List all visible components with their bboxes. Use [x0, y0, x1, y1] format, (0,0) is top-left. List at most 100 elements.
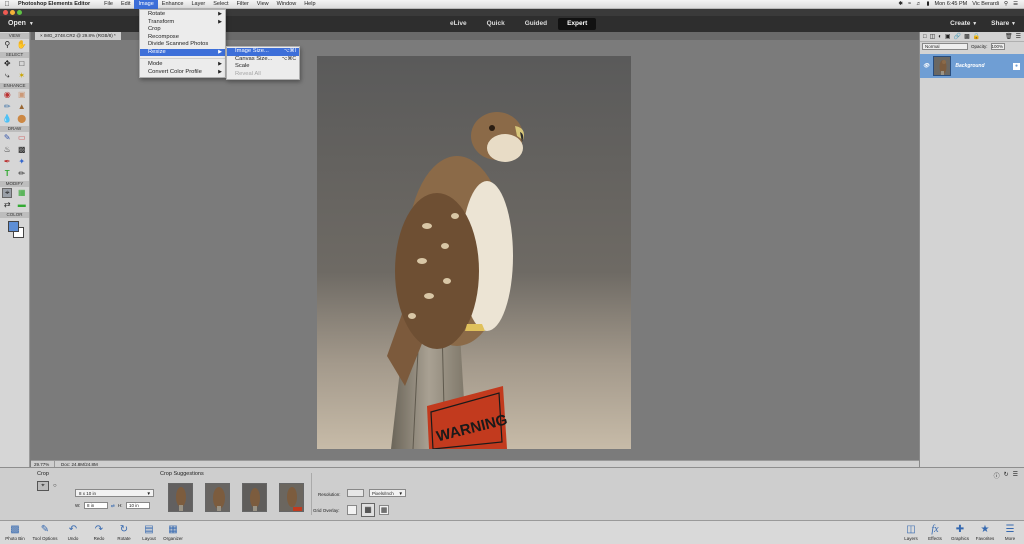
lasso-tool-icon[interactable]: ⤷ — [2, 71, 12, 81]
width-field[interactable]: 8 in — [84, 502, 108, 509]
straighten-tool-icon[interactable]: ▬ — [17, 200, 27, 210]
red-eye-tool-icon[interactable]: ◉ — [2, 90, 12, 100]
menu-window[interactable]: Window — [273, 0, 301, 9]
tool-options-button[interactable]: ✎ Tool Options — [29, 523, 61, 541]
grid-overlay-grid-button[interactable]: ▦ — [379, 505, 389, 515]
reset-icon[interactable]: ↻ — [1004, 471, 1009, 480]
custom-shape-tool-icon[interactable]: ✦ — [17, 157, 27, 167]
document-tab[interactable]: × IMG_2748.CR2 @ 29.8% (RGB/8) * — [35, 32, 121, 40]
gradient-tool-icon[interactable]: ▩ — [17, 145, 27, 155]
redo-button[interactable]: ↷ Redo — [90, 523, 108, 541]
visibility-eye-icon[interactable]: 👁 — [923, 63, 929, 69]
tab-elive[interactable]: eLive — [441, 18, 476, 30]
foreground-color-swatch[interactable] — [8, 221, 19, 232]
menu-item-transform[interactable]: Transform ▶ — [140, 19, 225, 27]
type-tool-icon[interactable]: T — [2, 169, 12, 179]
graphics-button[interactable]: ✚ Graphics — [948, 523, 972, 541]
crop-preset-select[interactable]: 8 x 10 in ▼ — [75, 489, 154, 497]
menu-layer[interactable]: Layer — [188, 0, 210, 9]
menu-view[interactable]: View — [253, 0, 273, 9]
bluetooth-icon[interactable]: ✱ — [898, 1, 903, 7]
grid-overlay-none-button[interactable] — [347, 505, 357, 515]
effects-button[interactable]: fx Effects — [925, 523, 945, 541]
menu-filter[interactable]: Filter — [233, 0, 253, 9]
opacity-field[interactable]: 100% — [990, 43, 1005, 50]
panel-menu-icon[interactable]: ☰ — [1013, 471, 1018, 480]
clock[interactable]: Mon 6:45 PM — [935, 1, 968, 7]
zoom-tool-icon[interactable]: ⚲ — [2, 40, 12, 50]
grid-overlay-thirds-button[interactable]: ▦ — [361, 503, 375, 517]
content-aware-move-tool-icon[interactable]: ⇄ — [2, 200, 12, 210]
menu-file[interactable]: File — [100, 0, 117, 9]
menu-item-scale[interactable]: Scale — [227, 63, 299, 71]
user-name[interactable]: Vic Berardi — [972, 1, 999, 7]
resolution-field[interactable] — [347, 489, 364, 497]
favorites-button[interactable]: ★ Favorites — [972, 523, 998, 541]
app-name-menu[interactable]: Photoshop Elements Editor — [14, 0, 94, 9]
help-icon[interactable]: ⓘ — [994, 471, 1000, 480]
wifi-icon[interactable]: ≈ — [908, 1, 911, 7]
layer-row-background[interactable]: 👁 Background ● — [920, 54, 1024, 78]
minimize-window-icon[interactable] — [10, 10, 15, 15]
rotate-button[interactable]: ↻ Rotate — [114, 523, 134, 541]
layers-button[interactable]: ◫ Layers — [900, 523, 922, 541]
tab-quick[interactable]: Quick — [478, 18, 514, 30]
photo-bin-button[interactable]: ▩ Photo Bin — [4, 523, 26, 541]
menu-item-canvas-size[interactable]: Canvas Size... ⌥⌘C — [227, 56, 299, 64]
volume-icon[interactable]: ♬ — [916, 1, 922, 7]
blend-mode-select[interactable]: Normal — [922, 43, 968, 50]
menu-item-image-size[interactable]: Image Size... ⌥⌘I — [227, 48, 299, 56]
menu-enhance[interactable]: Enhance — [158, 0, 188, 9]
close-window-icon[interactable] — [3, 10, 8, 15]
menu-select[interactable]: Select — [209, 0, 232, 9]
apple-menu-icon[interactable]:  — [0, 1, 14, 8]
clone-stamp-tool-icon[interactable]: ▲ — [17, 102, 27, 112]
smart-brush-tool-icon[interactable]: ✏ — [2, 102, 12, 112]
healing-brush-tool-icon[interactable]: ▣ — [17, 90, 27, 100]
height-field[interactable]: 10 in — [126, 502, 150, 509]
adjustment-layer-icon[interactable]: ◐ — [938, 34, 942, 40]
marquee-tool-icon[interactable]: □ — [17, 59, 27, 69]
menu-item-resize[interactable]: Resize ▶ — [140, 48, 225, 56]
lock-all-icon[interactable]: 🔒 — [973, 33, 980, 40]
eyedropper-tool-icon[interactable]: ✒ — [2, 157, 12, 167]
menu-item-convert-color-profile[interactable]: Convert Color Profile ▶ — [140, 69, 225, 77]
blur-tool-icon[interactable]: 💧 — [2, 114, 12, 124]
notification-center-icon[interactable]: ☰ — [1013, 1, 1018, 7]
new-group-icon[interactable]: ◫ — [930, 33, 936, 40]
paint-bucket-tool-icon[interactable]: ♨ — [2, 145, 12, 155]
pencil-tool-icon[interactable]: ✏ — [17, 169, 27, 179]
crop-suggestion-2[interactable] — [205, 483, 230, 512]
menu-edit[interactable]: Edit — [117, 0, 134, 9]
undo-button[interactable]: ↶ Undo — [64, 523, 82, 541]
crop-suggestion-1[interactable] — [168, 483, 193, 512]
resolution-unit-select[interactable]: Pixels/Inch ▼ — [369, 489, 406, 497]
organizer-button[interactable]: ▦ Organizer — [160, 523, 186, 541]
crop-suggestion-4[interactable] — [279, 483, 304, 512]
magic-wand-tool-icon[interactable]: ✶ — [17, 71, 27, 81]
share-button[interactable]: Share ▼ — [991, 20, 1016, 27]
lock-transparency-icon[interactable]: ▩ — [964, 33, 970, 40]
crop-mode-icon[interactable]: ⌖ — [37, 481, 49, 491]
menu-item-divide-scanned-photos[interactable]: Divide Scanned Photos — [140, 41, 225, 49]
eraser-tool-icon[interactable]: ▭ — [17, 133, 27, 143]
open-button[interactable]: Open ▼ — [8, 20, 34, 27]
menu-help[interactable]: Help — [300, 0, 319, 9]
link-icon[interactable]: 🔗 — [954, 33, 961, 40]
tab-expert[interactable]: Expert — [558, 18, 597, 30]
close-tab-icon[interactable]: × — [40, 33, 43, 38]
hawk-photo[interactable]: WARNING — [317, 56, 631, 449]
hand-tool-icon[interactable]: ✋ — [17, 40, 27, 50]
more-button[interactable]: ☰ More — [1000, 523, 1020, 541]
menu-image[interactable]: Image — [134, 0, 158, 9]
create-button[interactable]: Create ▼ — [950, 20, 977, 27]
brush-tool-icon[interactable]: ✎ — [2, 133, 12, 143]
swap-icon[interactable]: ⇄ — [111, 502, 115, 509]
canvas-area[interactable]: WARNING — [31, 40, 919, 460]
tab-guided[interactable]: Guided — [516, 18, 556, 30]
zoom-window-icon[interactable] — [17, 10, 22, 15]
menu-item-rotate[interactable]: Rotate ▶ — [140, 11, 225, 19]
sponge-tool-icon[interactable]: ⬤ — [17, 114, 27, 124]
recompose-tool-icon[interactable]: ▦ — [17, 188, 27, 198]
mask-icon[interactable]: ▣ — [945, 33, 951, 40]
